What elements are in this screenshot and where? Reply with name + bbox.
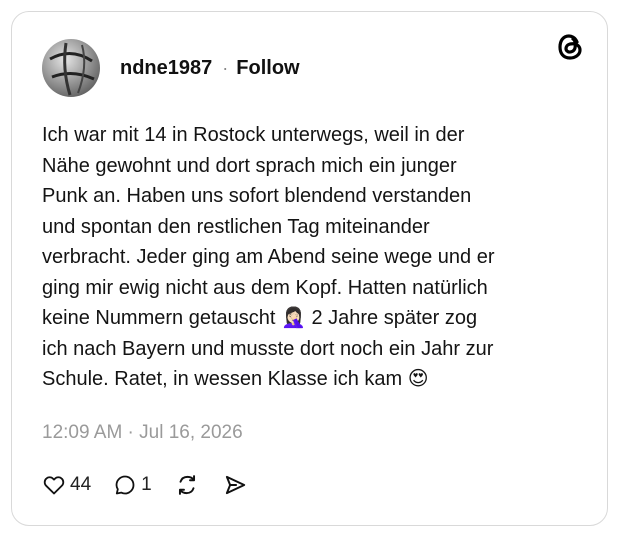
post-text-line: keine Nummern getauscht 🤦🏻‍♀️ 2 Jahre sp… — [42, 307, 478, 329]
post-text-line: Schule. Ratet, in wessen Klasse ich kam … — [42, 368, 429, 390]
username[interactable]: ndne1987 — [120, 57, 212, 80]
heart-icon — [43, 476, 65, 495]
post-text-line: Punk an. Haben uns sofort blendend verst… — [42, 185, 472, 207]
post-text-line: und spontan den restlichen Tag miteinand… — [42, 215, 430, 238]
post-card: ndne1987 · Follow Ich war mit 14 in Rost… — [11, 11, 608, 526]
avatar[interactable] — [42, 39, 100, 97]
repost-button[interactable] — [174, 472, 200, 498]
post-text-line: Ich war mit 14 in Rostock unterwegs, wei… — [42, 124, 465, 146]
share-button[interactable] — [222, 472, 248, 498]
threads-logo-icon[interactable] — [555, 32, 585, 62]
action-bar: 44 1 — [42, 472, 270, 498]
post-text-line: verbracht. Jeder ging am Abend seine weg… — [42, 246, 495, 268]
reply-button[interactable]: 1 — [113, 473, 152, 497]
post-text: Ich war mit 14 in Rostock unterwegs, wei… — [42, 120, 582, 395]
reply-count: 1 — [141, 474, 152, 495]
like-count: 44 — [70, 474, 92, 495]
separator-dot: · — [222, 57, 229, 78]
post-timestamp[interactable]: 12:09 AM · Jul 16, 2026 — [42, 422, 243, 444]
avatar-image — [49, 42, 95, 96]
post-text-line: ich nach Bayern und musste dort noch ein… — [42, 337, 494, 360]
post-text-line: Nähe gewohnt und dort sprach mich ein ju… — [42, 154, 457, 177]
post-header: ndne1987 · Follow — [42, 39, 300, 97]
follow-button[interactable]: Follow — [236, 57, 299, 80]
like-button[interactable]: 44 — [42, 473, 91, 497]
repost-icon — [178, 475, 195, 495]
comment-icon — [115, 475, 135, 495]
post-text-line: ging mir ewig nicht aus dem Kopf. Hatten… — [42, 276, 488, 299]
send-icon — [225, 475, 245, 495]
